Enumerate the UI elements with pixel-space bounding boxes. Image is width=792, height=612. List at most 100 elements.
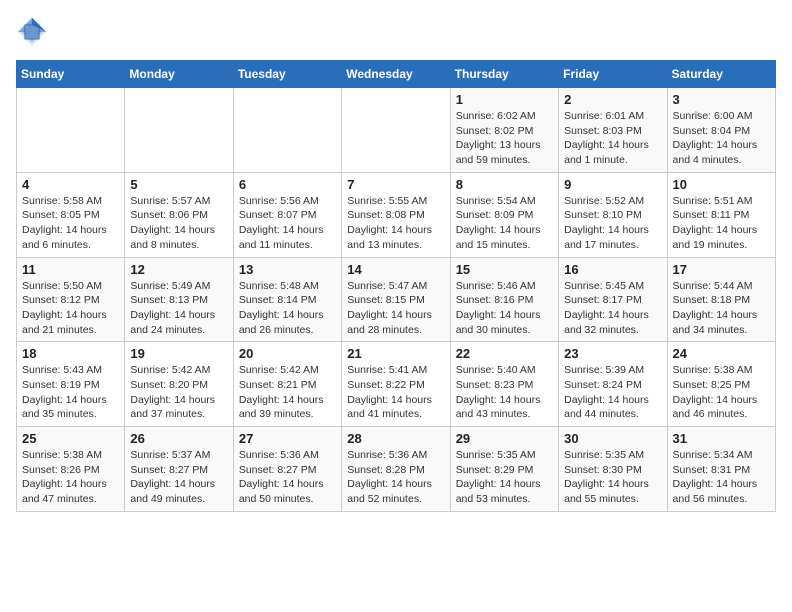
day-number: 22 xyxy=(456,346,553,361)
day-info-line: Sunrise: 5:40 AM xyxy=(456,363,553,378)
day-info-line: Sunset: 8:08 PM xyxy=(347,208,444,223)
calendar-week-1: 4Sunrise: 5:58 AMSunset: 8:05 PMDaylight… xyxy=(17,172,776,257)
calendar-cell: 29Sunrise: 5:35 AMSunset: 8:29 PMDayligh… xyxy=(450,427,558,512)
day-number: 26 xyxy=(130,431,227,446)
day-info-line: Daylight: 14 hours and 1 minute. xyxy=(564,138,661,167)
day-info-line: Daylight: 14 hours and 39 minutes. xyxy=(239,393,336,422)
calendar-cell: 13Sunrise: 5:48 AMSunset: 8:14 PMDayligh… xyxy=(233,257,341,342)
calendar-cell: 7Sunrise: 5:55 AMSunset: 8:08 PMDaylight… xyxy=(342,172,450,257)
day-info-line: Daylight: 14 hours and 52 minutes. xyxy=(347,477,444,506)
header-monday: Monday xyxy=(125,61,233,88)
calendar-cell: 20Sunrise: 5:42 AMSunset: 8:21 PMDayligh… xyxy=(233,342,341,427)
day-info-line: Sunrise: 6:00 AM xyxy=(673,109,770,124)
calendar-cell xyxy=(125,88,233,173)
calendar-header xyxy=(16,16,776,48)
day-number: 4 xyxy=(22,177,119,192)
calendar-cell: 24Sunrise: 5:38 AMSunset: 8:25 PMDayligh… xyxy=(667,342,775,427)
day-number: 30 xyxy=(564,431,661,446)
day-info-line: Sunrise: 5:57 AM xyxy=(130,194,227,209)
day-info-line: Sunset: 8:28 PM xyxy=(347,463,444,478)
day-info-line: Daylight: 14 hours and 8 minutes. xyxy=(130,223,227,252)
day-info-line: Sunrise: 5:38 AM xyxy=(22,448,119,463)
day-info-line: Sunset: 8:03 PM xyxy=(564,124,661,139)
day-info-line: Sunset: 8:29 PM xyxy=(456,463,553,478)
calendar-cell: 10Sunrise: 5:51 AMSunset: 8:11 PMDayligh… xyxy=(667,172,775,257)
calendar-week-3: 18Sunrise: 5:43 AMSunset: 8:19 PMDayligh… xyxy=(17,342,776,427)
calendar-cell: 25Sunrise: 5:38 AMSunset: 8:26 PMDayligh… xyxy=(17,427,125,512)
day-info-line: Sunrise: 5:51 AM xyxy=(673,194,770,209)
calendar-cell: 12Sunrise: 5:49 AMSunset: 8:13 PMDayligh… xyxy=(125,257,233,342)
day-info-line: Sunset: 8:06 PM xyxy=(130,208,227,223)
day-info-line: Sunrise: 5:58 AM xyxy=(22,194,119,209)
day-info-line: Sunrise: 5:49 AM xyxy=(130,279,227,294)
day-info-line: Daylight: 14 hours and 50 minutes. xyxy=(239,477,336,506)
day-number: 10 xyxy=(673,177,770,192)
day-number: 21 xyxy=(347,346,444,361)
header-saturday: Saturday xyxy=(667,61,775,88)
day-info-line: Sunset: 8:20 PM xyxy=(130,378,227,393)
day-info-line: Sunset: 8:11 PM xyxy=(673,208,770,223)
day-info-line: Sunrise: 5:48 AM xyxy=(239,279,336,294)
day-info-line: Sunset: 8:10 PM xyxy=(564,208,661,223)
day-info-line: Sunset: 8:17 PM xyxy=(564,293,661,308)
day-number: 31 xyxy=(673,431,770,446)
day-info-line: Daylight: 14 hours and 55 minutes. xyxy=(564,477,661,506)
day-info-line: Sunset: 8:15 PM xyxy=(347,293,444,308)
day-info-line: Sunset: 8:23 PM xyxy=(456,378,553,393)
calendar-cell: 3Sunrise: 6:00 AMSunset: 8:04 PMDaylight… xyxy=(667,88,775,173)
calendar-header-row: SundayMondayTuesdayWednesdayThursdayFrid… xyxy=(17,61,776,88)
day-number: 19 xyxy=(130,346,227,361)
calendar-cell: 6Sunrise: 5:56 AMSunset: 8:07 PMDaylight… xyxy=(233,172,341,257)
day-number: 1 xyxy=(456,92,553,107)
day-info-line: Sunset: 8:21 PM xyxy=(239,378,336,393)
day-info-line: Sunset: 8:25 PM xyxy=(673,378,770,393)
day-number: 29 xyxy=(456,431,553,446)
calendar-cell: 27Sunrise: 5:36 AMSunset: 8:27 PMDayligh… xyxy=(233,427,341,512)
day-info-line: Sunset: 8:18 PM xyxy=(673,293,770,308)
day-info-line: Sunrise: 5:41 AM xyxy=(347,363,444,378)
header-tuesday: Tuesday xyxy=(233,61,341,88)
day-info-line: Sunset: 8:12 PM xyxy=(22,293,119,308)
day-info-line: Sunrise: 5:56 AM xyxy=(239,194,336,209)
day-info-line: Sunrise: 5:47 AM xyxy=(347,279,444,294)
day-info-line: Sunset: 8:13 PM xyxy=(130,293,227,308)
day-info-line: Daylight: 14 hours and 34 minutes. xyxy=(673,308,770,337)
day-info-line: Sunrise: 5:45 AM xyxy=(564,279,661,294)
calendar-week-2: 11Sunrise: 5:50 AMSunset: 8:12 PMDayligh… xyxy=(17,257,776,342)
day-info-line: Sunrise: 5:38 AM xyxy=(673,363,770,378)
calendar-cell: 14Sunrise: 5:47 AMSunset: 8:15 PMDayligh… xyxy=(342,257,450,342)
calendar-cell: 9Sunrise: 5:52 AMSunset: 8:10 PMDaylight… xyxy=(559,172,667,257)
day-info-line: Sunset: 8:07 PM xyxy=(239,208,336,223)
day-info-line: Sunrise: 5:34 AM xyxy=(673,448,770,463)
day-info-line: Sunset: 8:31 PM xyxy=(673,463,770,478)
day-number: 3 xyxy=(673,92,770,107)
day-info-line: Sunrise: 5:46 AM xyxy=(456,279,553,294)
day-info-line: Daylight: 14 hours and 28 minutes. xyxy=(347,308,444,337)
calendar-cell: 17Sunrise: 5:44 AMSunset: 8:18 PMDayligh… xyxy=(667,257,775,342)
calendar-cell xyxy=(17,88,125,173)
day-info-line: Sunrise: 5:42 AM xyxy=(130,363,227,378)
calendar-cell: 22Sunrise: 5:40 AMSunset: 8:23 PMDayligh… xyxy=(450,342,558,427)
day-info-line: Daylight: 14 hours and 6 minutes. xyxy=(22,223,119,252)
calendar-cell: 19Sunrise: 5:42 AMSunset: 8:20 PMDayligh… xyxy=(125,342,233,427)
day-info-line: Sunrise: 5:43 AM xyxy=(22,363,119,378)
day-info-line: Sunset: 8:14 PM xyxy=(239,293,336,308)
day-info-line: Daylight: 14 hours and 41 minutes. xyxy=(347,393,444,422)
day-number: 9 xyxy=(564,177,661,192)
day-number: 27 xyxy=(239,431,336,446)
day-number: 12 xyxy=(130,262,227,277)
day-info-line: Sunset: 8:24 PM xyxy=(564,378,661,393)
day-info-line: Daylight: 14 hours and 21 minutes. xyxy=(22,308,119,337)
calendar-cell: 30Sunrise: 5:35 AMSunset: 8:30 PMDayligh… xyxy=(559,427,667,512)
header-thursday: Thursday xyxy=(450,61,558,88)
calendar-cell: 2Sunrise: 6:01 AMSunset: 8:03 PMDaylight… xyxy=(559,88,667,173)
day-info-line: Sunset: 8:27 PM xyxy=(130,463,227,478)
day-number: 17 xyxy=(673,262,770,277)
day-number: 2 xyxy=(564,92,661,107)
day-info-line: Sunrise: 5:42 AM xyxy=(239,363,336,378)
day-info-line: Sunset: 8:19 PM xyxy=(22,378,119,393)
calendar-week-4: 25Sunrise: 5:38 AMSunset: 8:26 PMDayligh… xyxy=(17,427,776,512)
day-info-line: Sunrise: 5:54 AM xyxy=(456,194,553,209)
day-info-line: Daylight: 14 hours and 32 minutes. xyxy=(564,308,661,337)
day-info-line: Daylight: 14 hours and 15 minutes. xyxy=(456,223,553,252)
